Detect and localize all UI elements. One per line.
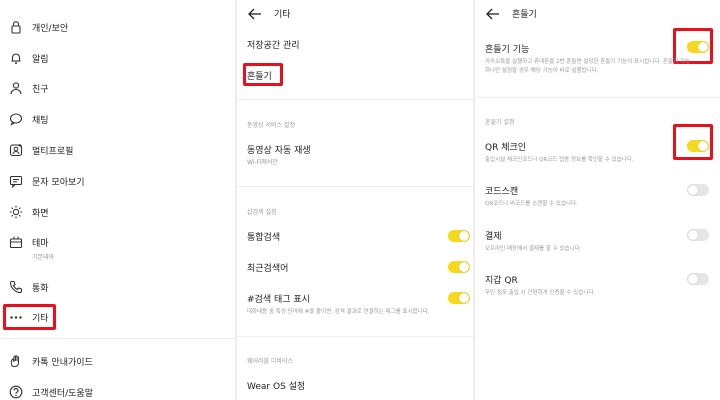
code-scan-description: QR코드나 바코드를 스캔할 수 있습니다. bbox=[485, 201, 578, 207]
back-arrow-icon[interactable] bbox=[485, 6, 501, 22]
phone-icon bbox=[8, 279, 24, 295]
wallet-qr-toggle[interactable] bbox=[687, 273, 709, 285]
wear-os-settings-item[interactable]: Wear OS 설정 bbox=[247, 379, 305, 392]
divider bbox=[0, 338, 235, 339]
header: 기타 bbox=[237, 0, 473, 30]
storage-management-item[interactable]: 저장공간 관리 bbox=[247, 38, 300, 51]
highlight-box-etc bbox=[3, 304, 56, 330]
integrated-search-toggle[interactable] bbox=[448, 230, 470, 242]
guide-hand-icon bbox=[8, 353, 24, 369]
video-autoplay-item[interactable]: 동영상 자동 재생 bbox=[247, 143, 311, 156]
recent-search-toggle[interactable] bbox=[448, 261, 470, 273]
menu-item-label: 알림 bbox=[32, 54, 49, 65]
menu-item-display[interactable]: 화면 bbox=[0, 199, 235, 225]
menu-item-help-center[interactable]: 고객센터/도움말 bbox=[0, 379, 235, 400]
section-label-shake-settings: 흔들기 설정 bbox=[485, 119, 515, 126]
menu-item-multiprofile[interactable]: 멀티프로필 bbox=[0, 137, 235, 163]
qr-checkin-item: QR 체크인 bbox=[485, 143, 527, 153]
menu-item-privacy-security[interactable]: 개인/보안 bbox=[0, 14, 235, 40]
divider bbox=[475, 97, 720, 98]
menu-item-calls[interactable]: 통화 bbox=[0, 274, 235, 300]
menu-item-label: 문자 모아보기 bbox=[32, 177, 85, 188]
page-title: 기타 bbox=[274, 10, 291, 20]
back-arrow-icon[interactable] bbox=[247, 6, 263, 22]
code-scan-toggle[interactable] bbox=[687, 184, 709, 196]
section-label-search: 샵검색 설정 bbox=[247, 209, 277, 216]
menu-item-label: 테마 bbox=[32, 239, 49, 249]
section-label-wearable: 웨어러블 디바이스 bbox=[247, 358, 294, 365]
page-title: 흔들기 bbox=[512, 10, 537, 20]
menu-item-label: 친구 bbox=[32, 84, 49, 95]
wallet-qr-description: 무인 점포 출입 시 간편하게 인증할 수 있습니다. bbox=[485, 290, 596, 296]
shake-settings-panel: 흔들기 흔들기 기능 카카오톡을 실행하고 휴대폰을 2번 흔들면 설정한 흔들… bbox=[475, 0, 720, 400]
bell-icon bbox=[8, 50, 24, 66]
divider bbox=[237, 99, 473, 100]
shake-feature-description-2: 하나만 설정할 경우 해당 기능이 바로 실행됩니다. bbox=[485, 68, 599, 74]
video-autoplay-value: Wi-Fi에서만 bbox=[247, 159, 278, 166]
menu-item-friends[interactable]: 친구 bbox=[0, 75, 235, 101]
wallet-qr-item: 지갑 QR bbox=[485, 276, 518, 286]
menu-item-chats[interactable]: 채팅 bbox=[0, 106, 235, 132]
hashtag-display-description: 대화내용 중 특정 단어에 #을 붙이면, 검색 결과로 연결하는 태그를 표시… bbox=[247, 309, 430, 315]
person-icon bbox=[8, 80, 24, 96]
menu-item-label: 화면 bbox=[32, 208, 49, 219]
menu-item-message-collection[interactable]: 문자 모아보기 bbox=[0, 168, 235, 194]
header: 흔들기 bbox=[475, 0, 720, 30]
section-label-video: 동영상 서비스 설정 bbox=[247, 122, 295, 129]
menu-item-label: 멀티프로필 bbox=[32, 146, 74, 157]
divider bbox=[237, 186, 473, 187]
recent-search-item: 최근검색어 bbox=[247, 264, 289, 274]
settings-menu-panel: 개인/보안 알림 친구 채팅 멀티프로필 문자 모아보기 화면 테마 기본테마 … bbox=[0, 0, 235, 400]
payment-toggle[interactable] bbox=[687, 229, 709, 241]
help-icon bbox=[8, 384, 24, 400]
message-collect-icon bbox=[8, 173, 24, 189]
integrated-search-item: 통합검색 bbox=[247, 233, 281, 243]
menu-item-label: 통화 bbox=[32, 283, 49, 294]
shake-feature-description: 카카오톡을 실행하고 휴대폰을 2번 흔들면 설정한 흔들기 기능이 표시됩니다… bbox=[485, 59, 690, 65]
highlight-box-shake bbox=[243, 63, 283, 86]
menu-item-theme[interactable]: 테마 기본테마 bbox=[0, 230, 235, 264]
multi-profile-icon bbox=[8, 142, 24, 158]
payment-item: 결제 bbox=[485, 232, 502, 242]
code-scan-item: 코드스캔 bbox=[485, 187, 519, 197]
chat-bubble-icon bbox=[8, 111, 24, 127]
hashtag-display-toggle[interactable] bbox=[448, 292, 470, 304]
shake-feature-item: 흔들기 기능 bbox=[485, 45, 530, 55]
menu-item-label: 개인/보안 bbox=[32, 23, 69, 34]
highlight-box-qr-toggle bbox=[673, 124, 713, 160]
lock-icon bbox=[8, 19, 24, 35]
brightness-icon bbox=[8, 204, 24, 220]
menu-item-label: 고객센터/도움말 bbox=[32, 388, 93, 399]
theme-icon bbox=[8, 234, 24, 250]
payment-description: 오프라인 매장에서 결제를 할 수 있습니다. bbox=[485, 246, 582, 252]
divider bbox=[237, 336, 473, 337]
qr-checkin-description: 출입시설 체크인코드나 QR코드 접종 정보를 확인할 수 있습니다. bbox=[485, 157, 634, 163]
menu-item-kakao-guide[interactable]: 카톡 안내가이드 bbox=[0, 348, 235, 374]
menu-item-label: 카톡 안내가이드 bbox=[32, 357, 93, 368]
theme-current-value: 기본테마 bbox=[32, 254, 55, 261]
menu-item-notifications[interactable]: 알림 bbox=[0, 45, 235, 71]
menu-item-label: 채팅 bbox=[32, 115, 49, 126]
hashtag-display-item: #검색 태그 표시 bbox=[247, 295, 310, 305]
etc-settings-panel: 기타 저장공간 관리 흔들기 동영상 서비스 설정 동영상 자동 재생 Wi-F… bbox=[237, 0, 473, 400]
